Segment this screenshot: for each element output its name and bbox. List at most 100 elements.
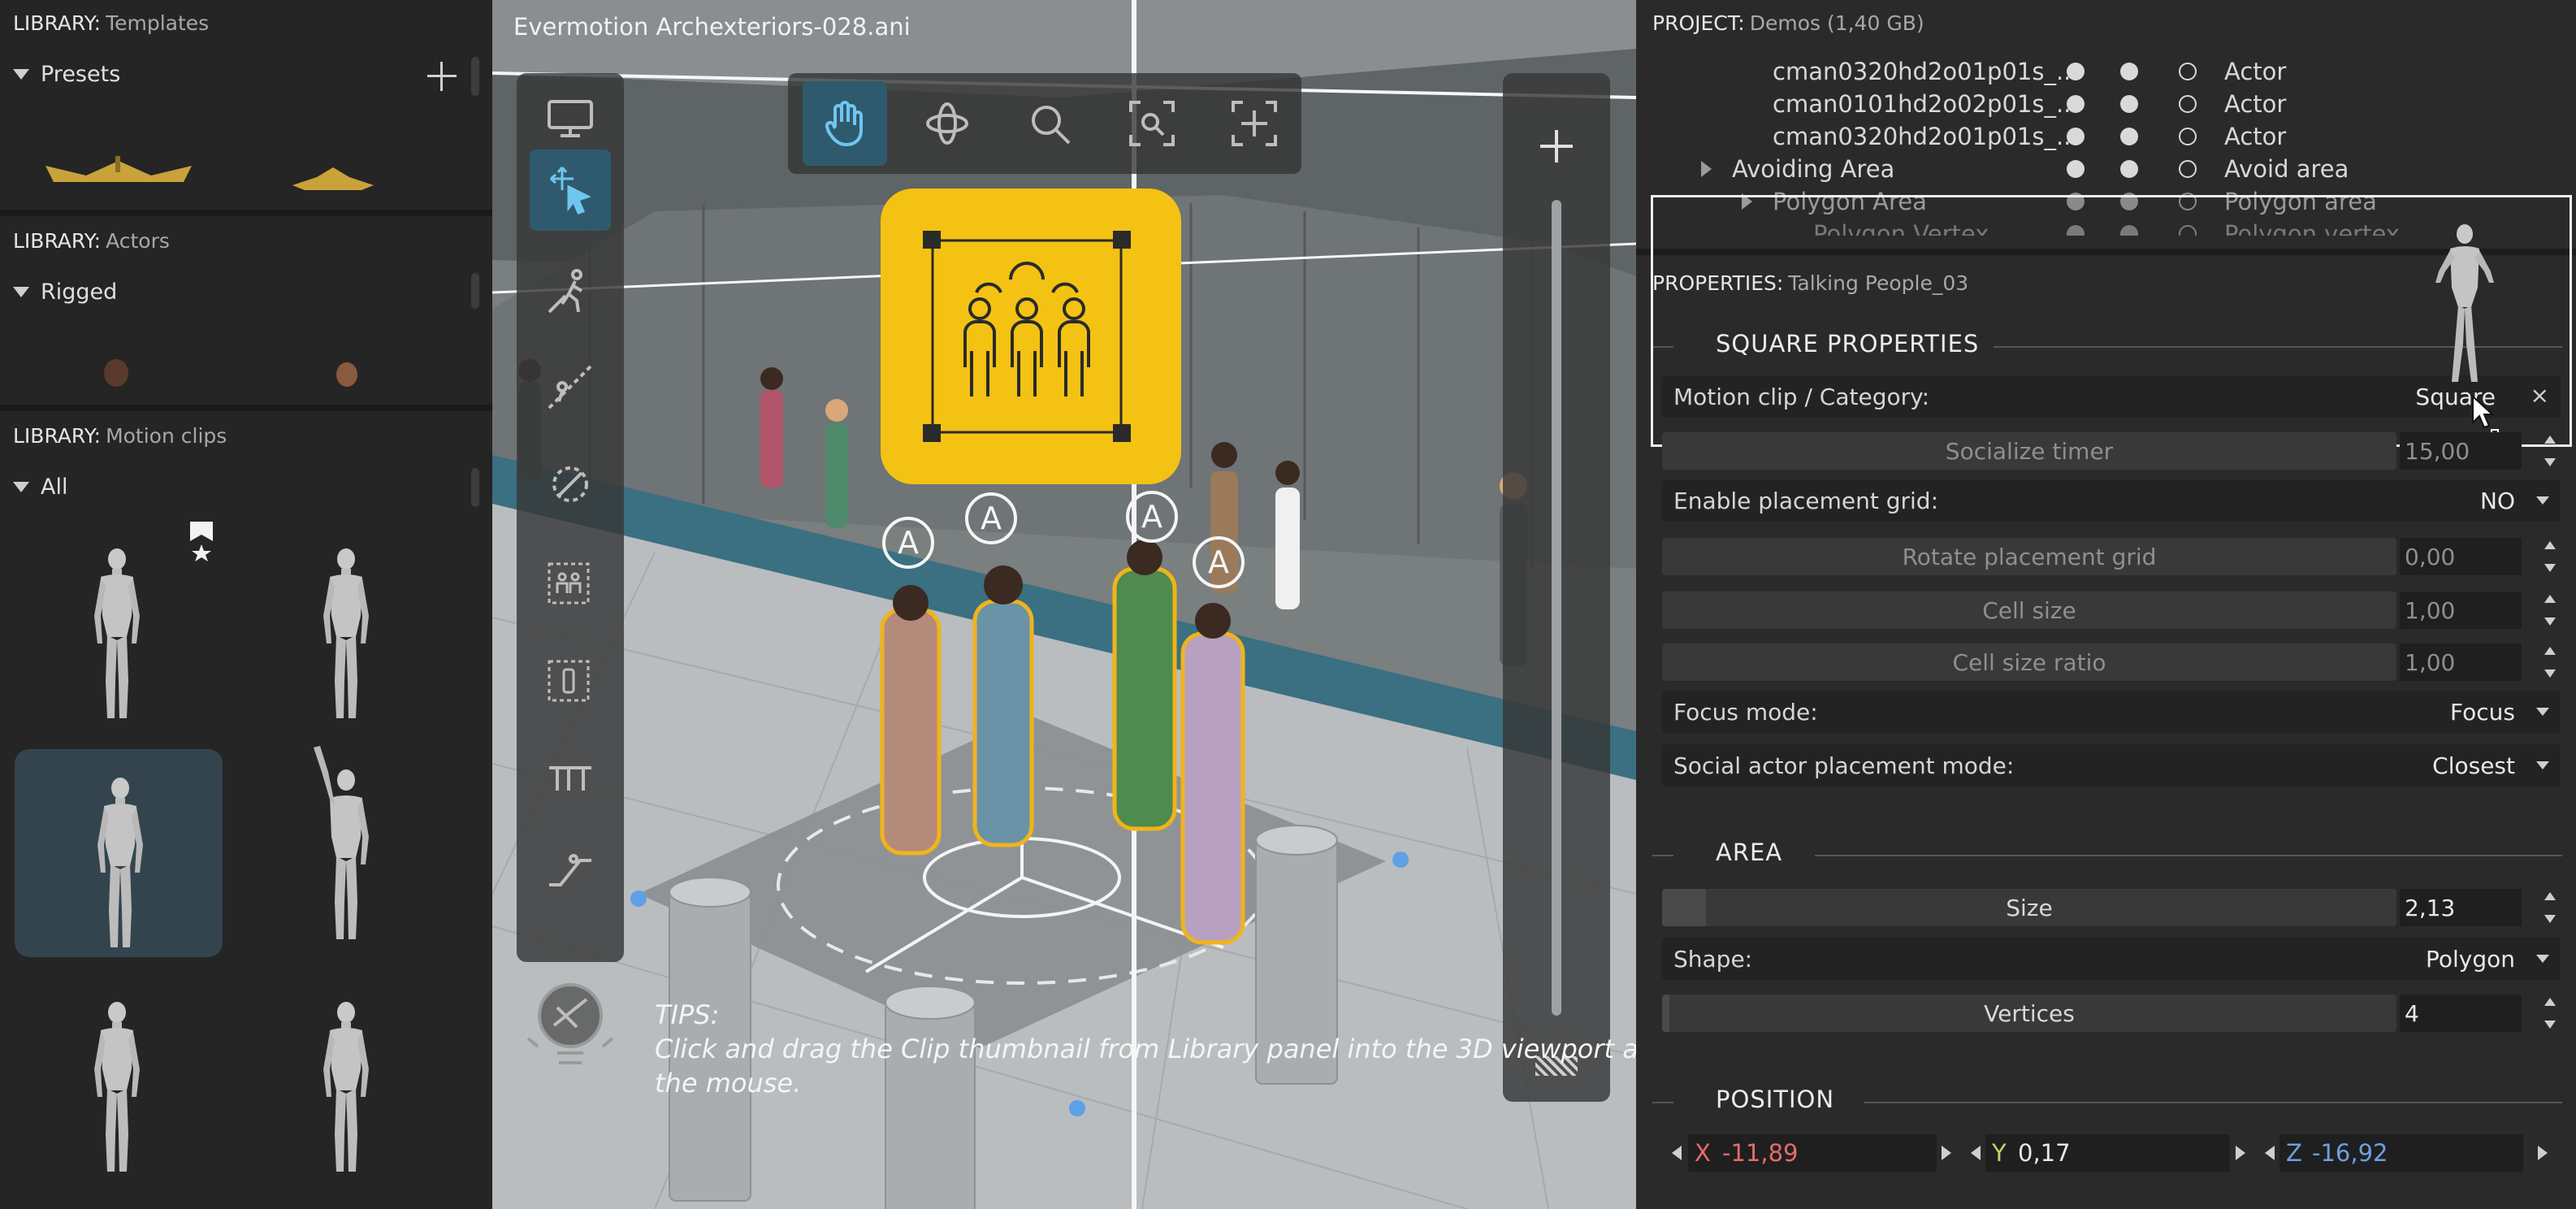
rotate-grid-slider[interactable]: Rotate placement grid 0,00: [1662, 538, 2561, 575]
project-row[interactable]: cman0320hd2o01p01s_... Actor: [1636, 55, 2576, 88]
group-area-icon[interactable]: [530, 541, 611, 622]
actor-thumbnail[interactable]: [104, 359, 128, 387]
zoom-search-icon[interactable]: [1007, 81, 1092, 166]
escalator-icon[interactable]: [530, 829, 611, 910]
dropdown-arrow-icon[interactable]: [2536, 708, 2549, 716]
zoom-in-plus-icon[interactable]: [1540, 130, 1573, 162]
library-label: LIBRARY:: [13, 424, 102, 448]
slider-value[interactable]: 0,00: [2400, 538, 2522, 575]
motion-clip-thumbnails[interactable]: [0, 536, 492, 1202]
socialize-timer-slider[interactable]: Socialize timer 15,00: [1662, 432, 2561, 470]
zoom-region-icon[interactable]: [1110, 81, 1194, 166]
visible-dot-icon[interactable]: [2067, 95, 2085, 113]
slider-value[interactable]: 1,00: [2400, 592, 2522, 629]
y-increment-arrow-icon[interactable]: [2236, 1146, 2245, 1160]
presets-folder[interactable]: Presets: [13, 62, 120, 87]
z-decrement-arrow-icon[interactable]: [2265, 1146, 2275, 1160]
z-value: -16,92: [2312, 1139, 2388, 1167]
select-ring-icon[interactable]: [2179, 160, 2197, 178]
all-folder[interactable]: All: [13, 474, 67, 500]
select-ring-icon[interactable]: [2179, 63, 2197, 80]
library-panel: LIBRARY: Templates Presets LIBRARY: Actors…: [0, 0, 492, 1209]
z-position-field[interactable]: Z -16,92: [2279, 1134, 2523, 1172]
expand-triangle-icon[interactable]: [13, 287, 29, 297]
x-value: -11,89: [1722, 1139, 1799, 1167]
slider-value[interactable]: 2,13: [2400, 889, 2522, 926]
visible-dot-icon[interactable]: [2067, 63, 2085, 80]
zoom-slider-track[interactable]: [1552, 200, 1561, 1016]
spinner-arrows-icon[interactable]: [2544, 998, 2556, 1029]
add-icon[interactable]: [427, 62, 457, 91]
active-dot-icon[interactable]: [2120, 160, 2138, 178]
walk-path-icon[interactable]: [530, 250, 611, 332]
templates-scrollbar[interactable]: [471, 57, 479, 96]
preset-thumbnail[interactable]: [284, 162, 382, 195]
field-label: Shape:: [1673, 946, 1753, 973]
slider-value[interactable]: 1,00: [2400, 644, 2522, 681]
move-select-icon[interactable]: [530, 150, 611, 231]
avoid-area-icon[interactable]: [530, 444, 611, 525]
actor-marker[interactable]: A: [1126, 491, 1178, 543]
visible-dot-icon[interactable]: [2067, 128, 2085, 145]
x-position-field[interactable]: X -11,89: [1688, 1134, 1937, 1172]
x-increment-arrow-icon[interactable]: [1942, 1146, 1951, 1160]
vertices-slider[interactable]: Vertices 4: [1662, 994, 2561, 1032]
project-row[interactable]: Avoiding Area Avoid area: [1636, 153, 2576, 185]
y-position-field[interactable]: Y 0,17: [1985, 1134, 2229, 1172]
monitor-icon[interactable]: [530, 78, 611, 159]
select-ring-icon[interactable]: [2179, 128, 2197, 145]
expand-triangle-icon[interactable]: [13, 482, 29, 492]
orbit-icon[interactable]: [905, 81, 989, 166]
expand-arrow-icon[interactable]: [1701, 161, 1712, 177]
path-draw-icon[interactable]: [530, 346, 611, 427]
rigged-folder[interactable]: Rigged: [13, 280, 117, 305]
expand-triangle-icon[interactable]: [13, 69, 29, 80]
cell-size-ratio-slider[interactable]: Cell size ratio 1,00: [1662, 644, 2561, 681]
3d-viewport[interactable]: Evermotion Archexteriors-028.ani A A A A…: [492, 0, 1636, 1209]
talking-people-clip-tile[interactable]: [881, 188, 1181, 484]
visible-dot-icon[interactable]: [2067, 160, 2085, 178]
actor-marker[interactable]: A: [965, 492, 1017, 544]
bulb-tips-icon[interactable]: [522, 975, 619, 1081]
spinner-arrows-icon[interactable]: [2544, 647, 2556, 678]
social-placement-dropdown[interactable]: Social actor placement mode: Closest: [1662, 744, 2561, 786]
slider-value[interactable]: 15,00: [2400, 432, 2522, 470]
spinner-arrows-icon[interactable]: [2544, 541, 2556, 572]
slider-value[interactable]: 4: [2400, 994, 2522, 1032]
dropdown-arrow-icon[interactable]: [2536, 955, 2549, 963]
active-dot-icon[interactable]: [2120, 128, 2138, 145]
select-ring-icon[interactable]: [2179, 95, 2197, 113]
table-seat-icon[interactable]: [530, 734, 611, 816]
active-dot-icon[interactable]: [2120, 63, 2138, 80]
actors-scrollbar[interactable]: [471, 273, 479, 309]
actor-marker[interactable]: A: [882, 517, 934, 569]
library-templates-title: Templates: [106, 11, 210, 35]
dropdown-arrow-icon[interactable]: [2536, 496, 2549, 505]
panel-divider: [0, 405, 492, 411]
spinner-arrows-icon[interactable]: [2544, 892, 2556, 923]
spinner-arrows-icon[interactable]: [2544, 595, 2556, 626]
actor-marker[interactable]: A: [1193, 536, 1245, 588]
spinner-arrows-icon[interactable]: [2544, 436, 2556, 466]
queue-area-icon[interactable]: [530, 639, 611, 720]
size-slider[interactable]: Size 2,13: [1662, 889, 2561, 926]
frame-all-icon[interactable]: [1212, 81, 1297, 166]
project-row[interactable]: cman0101hd2o02p01s_... Actor: [1636, 88, 2576, 120]
cell-size-slider[interactable]: Cell size 1,00: [1662, 592, 2561, 629]
pan-hand-icon[interactable]: [803, 81, 887, 166]
x-decrement-arrow-icon[interactable]: [1672, 1146, 1682, 1160]
preset-thumbnail[interactable]: [37, 154, 200, 190]
placement-grid-dropdown[interactable]: Enable placement grid: NO: [1662, 479, 2561, 522]
y-decrement-arrow-icon[interactable]: [1971, 1146, 1981, 1160]
project-row[interactable]: cman0320hd2o01p01s_... Actor: [1636, 120, 2576, 153]
row-name: cman0320hd2o01p01s_...: [1773, 123, 2079, 150]
tips-text: TIPS: Click and drag the Clip thumbnail …: [655, 998, 1636, 1100]
shape-dropdown[interactable]: Shape: Polygon: [1662, 938, 2561, 980]
dropdown-arrow-icon[interactable]: [2536, 761, 2549, 769]
actor-thumbnail[interactable]: [336, 362, 357, 387]
motion-scrollbar[interactable]: [471, 468, 479, 507]
active-dot-icon[interactable]: [2120, 95, 2138, 113]
focus-mode-dropdown[interactable]: Focus mode: Focus: [1662, 691, 2561, 733]
library-label: LIBRARY:: [13, 229, 102, 253]
z-increment-arrow-icon[interactable]: [2538, 1146, 2548, 1160]
